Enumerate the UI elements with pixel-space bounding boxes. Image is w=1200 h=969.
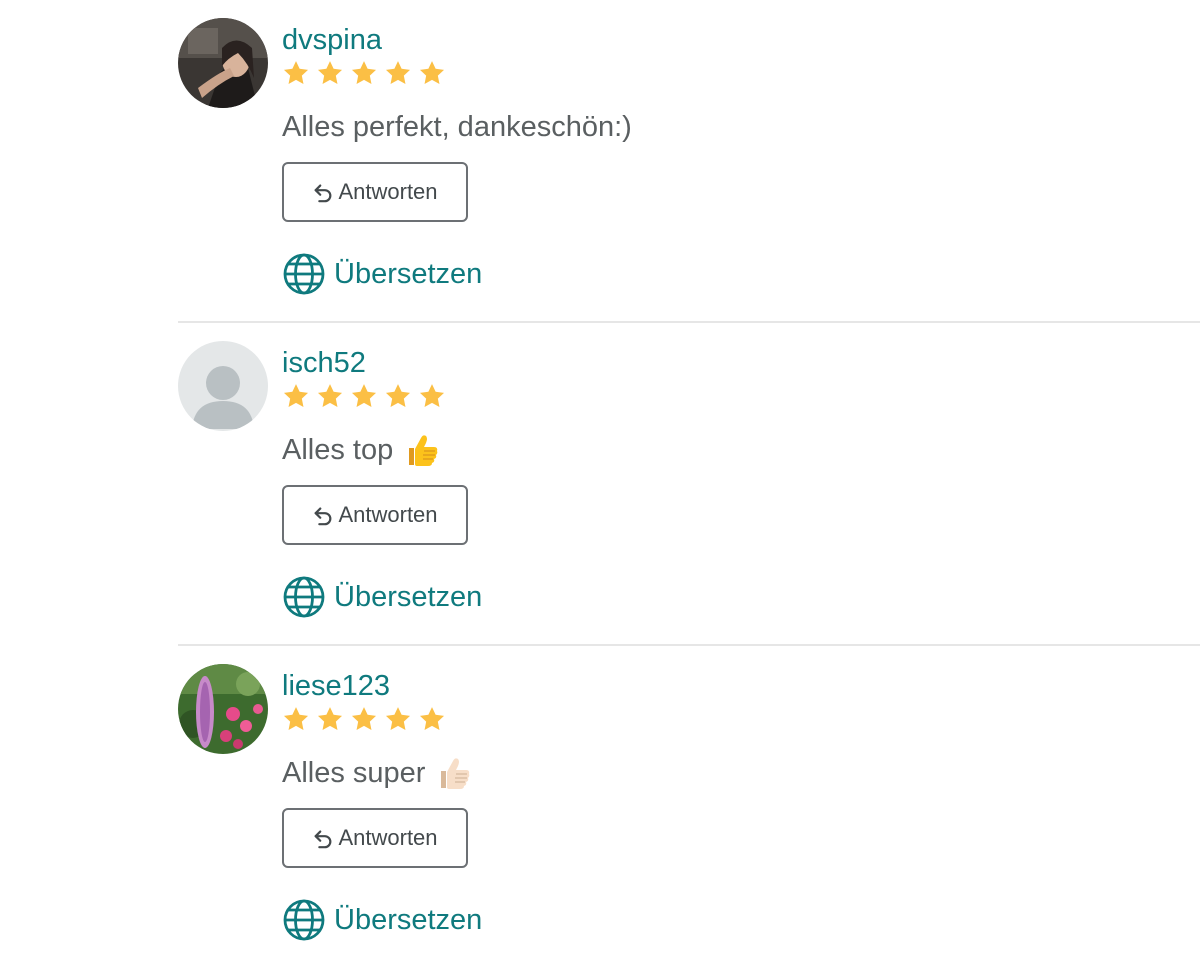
review-text-body: Alles perfekt, dankeschön:) — [282, 111, 632, 143]
translate-link[interactable]: Übersetzen — [282, 575, 482, 619]
globe-icon — [283, 576, 325, 618]
star-icon — [350, 59, 378, 89]
review-text-body: Alles super — [282, 757, 426, 789]
star-icon — [418, 705, 446, 735]
username-link[interactable]: liese123 — [282, 668, 482, 704]
globe-icon — [283, 899, 325, 941]
reply-button[interactable]: Antworten — [282, 485, 468, 545]
star-icon — [418, 59, 446, 89]
star-icon — [350, 382, 378, 412]
avatar[interactable] — [178, 341, 268, 431]
review-text: Alles super — [282, 756, 482, 790]
translate-label: Übersetzen — [334, 580, 483, 613]
star-icon — [384, 59, 412, 89]
star-rating — [282, 382, 482, 412]
star-icon — [384, 382, 412, 412]
star-rating — [282, 705, 482, 735]
review-list: dvspina Alles perfekt, dankeschön:) Antw… — [178, 0, 1200, 969]
star-icon — [418, 382, 446, 412]
star-icon — [282, 382, 310, 412]
star-icon — [350, 705, 378, 735]
reply-button[interactable]: Antworten — [282, 162, 468, 222]
star-icon — [316, 705, 344, 735]
star-icon — [282, 705, 310, 735]
thumbs-up-icon — [403, 432, 439, 468]
star-icon — [316, 59, 344, 89]
avatar[interactable] — [178, 18, 268, 108]
translate-label: Übersetzen — [334, 903, 483, 936]
star-icon — [282, 59, 310, 89]
star-icon — [384, 705, 412, 735]
review-content: dvspina Alles perfekt, dankeschön:) Antw… — [282, 22, 632, 296]
star-icon — [316, 382, 344, 412]
thumbs-up-light-icon — [435, 755, 471, 791]
reply-arrow-icon — [315, 830, 332, 849]
review-item: isch52 Alles top Antworten Übersetzen — [178, 323, 1200, 646]
reply-arrow-icon — [315, 184, 332, 203]
review-content: isch52 Alles top Antworten Übersetzen — [282, 345, 482, 619]
username-link[interactable]: dvspina — [282, 22, 632, 58]
reply-button-label: Antworten — [338, 502, 438, 527]
review-item: dvspina Alles perfekt, dankeschön:) Antw… — [178, 0, 1200, 323]
reply-button[interactable]: Antworten — [282, 808, 468, 868]
reply-button-label: Antworten — [338, 825, 438, 850]
review-text: Alles perfekt, dankeschön:) — [282, 110, 632, 144]
translate-link[interactable]: Übersetzen — [282, 252, 632, 296]
review-content: liese123 Alles super Antworten Übersetze… — [282, 668, 482, 942]
star-rating — [282, 59, 632, 89]
reply-arrow-icon — [315, 507, 332, 526]
globe-icon — [283, 253, 325, 295]
avatar[interactable] — [178, 664, 268, 754]
review-text: Alles top — [282, 433, 482, 467]
review-text-body: Alles top — [282, 434, 394, 466]
username-link[interactable]: isch52 — [282, 345, 482, 381]
review-item: liese123 Alles super Antworten Übersetze… — [178, 646, 1200, 969]
translate-label: Übersetzen — [334, 257, 483, 290]
translate-link[interactable]: Übersetzen — [282, 898, 482, 942]
reply-button-label: Antworten — [338, 179, 438, 204]
